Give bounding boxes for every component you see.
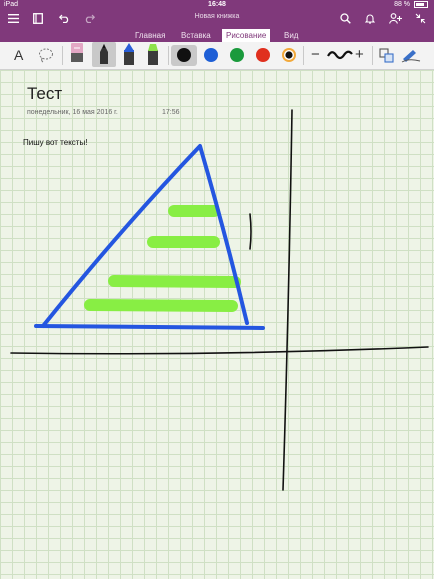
page-title[interactable]: Тест bbox=[27, 84, 62, 104]
eraser-icon[interactable] bbox=[67, 42, 87, 71]
stroke-width-icon bbox=[327, 48, 353, 67]
lasso-select-icon[interactable] bbox=[37, 46, 55, 69]
status-time: 16:48 bbox=[208, 1, 226, 8]
draw-toolbar: A − + bbox=[0, 42, 434, 70]
thinner-stroke-button[interactable]: − bbox=[311, 46, 320, 63]
highlighter-tip bbox=[148, 44, 158, 51]
bell-icon[interactable] bbox=[362, 11, 378, 25]
color-blue-button[interactable] bbox=[204, 48, 218, 62]
text-tool-button[interactable]: A bbox=[14, 47, 23, 63]
title-bar: Новая книжка bbox=[0, 10, 434, 26]
status-bar: iPad 16:48 88 % bbox=[0, 0, 434, 10]
add-person-icon[interactable] bbox=[387, 11, 403, 25]
highlighter-icon[interactable] bbox=[144, 42, 162, 72]
collapse-icon[interactable] bbox=[412, 11, 428, 25]
color-red-button[interactable] bbox=[256, 48, 270, 62]
pen-tool-button[interactable] bbox=[92, 42, 116, 67]
battery-percent: 88 % bbox=[394, 1, 411, 8]
tab-draw[interactable]: Рисование bbox=[222, 29, 271, 42]
color-black-swatch bbox=[177, 48, 191, 62]
page-time: 17:56 bbox=[162, 109, 180, 116]
tab-insert[interactable]: Вставка bbox=[177, 30, 215, 42]
toolbar-divider bbox=[62, 46, 63, 65]
color-black-button[interactable] bbox=[171, 45, 197, 66]
search-icon[interactable] bbox=[337, 11, 353, 25]
color-green-button[interactable] bbox=[230, 48, 244, 62]
note-text[interactable]: Пишу вот тексты! bbox=[23, 138, 87, 147]
thicker-stroke-button[interactable]: + bbox=[355, 46, 364, 63]
toolbar-divider bbox=[303, 46, 304, 65]
tab-view[interactable]: Вид bbox=[280, 30, 302, 42]
tab-home[interactable]: Главная bbox=[131, 30, 169, 42]
app-header: iPad 16:48 88 % Новая книжка Главная Вст… bbox=[0, 0, 434, 42]
page-date: понедельник, 16 мая 2016 г. bbox=[27, 109, 118, 116]
ink-to-shape-icon[interactable] bbox=[378, 47, 395, 69]
color-picker-icon[interactable] bbox=[281, 47, 297, 68]
draw-with-finger-icon[interactable] bbox=[401, 47, 421, 69]
blue-pen-icon[interactable] bbox=[120, 42, 138, 72]
battery-status: 88 % bbox=[394, 0, 428, 10]
pen-icon bbox=[100, 44, 108, 64]
battery-icon bbox=[414, 0, 428, 8]
toolbar-divider bbox=[372, 46, 373, 65]
ribbon-tabs: Главная Вставка Рисование Вид bbox=[0, 28, 434, 42]
toolbar-divider bbox=[168, 46, 169, 65]
